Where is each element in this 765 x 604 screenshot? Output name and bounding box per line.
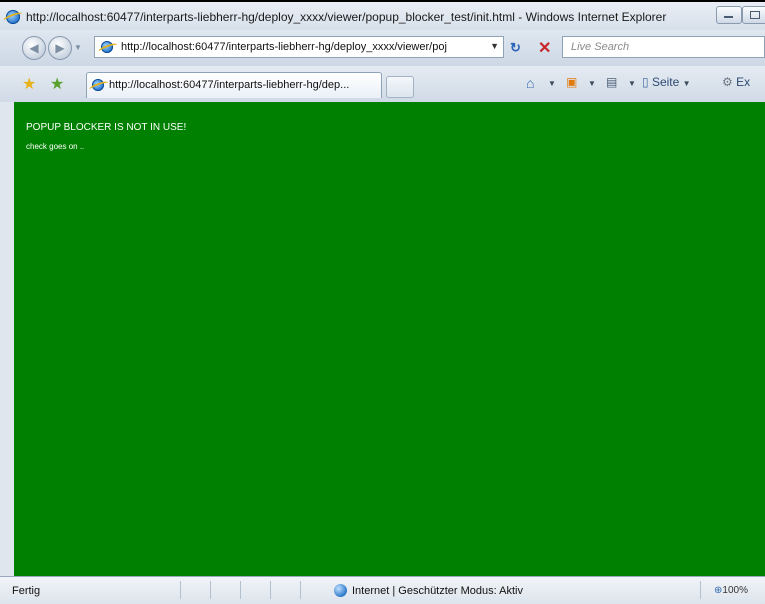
recent-pages-dropdown-icon[interactable]: ▼ bbox=[74, 43, 82, 52]
favorites-star-icon[interactable]: ★ bbox=[22, 74, 36, 94]
forward-icon[interactable]: ▶ bbox=[48, 36, 72, 60]
tools-menu[interactable]: ⚙ Ex bbox=[722, 75, 750, 89]
maximize-button[interactable] bbox=[742, 6, 765, 24]
status-divider bbox=[240, 581, 241, 599]
status-text: Fertig bbox=[12, 585, 41, 597]
browser-window: http://localhost:60477/interparts-liebhe… bbox=[0, 0, 765, 604]
status-divider bbox=[300, 581, 301, 599]
window-left-edge bbox=[0, 102, 14, 576]
status-divider bbox=[210, 581, 211, 599]
address-url[interactable]: http://localhost:60477/interparts-liebhe… bbox=[121, 41, 447, 53]
security-zone[interactable]: Internet | Geschützter Modus: Aktiv bbox=[352, 585, 523, 597]
add-favorites-icon[interactable]: ★ bbox=[50, 74, 64, 94]
page-menu[interactable]: ▯ Seite ▼ bbox=[642, 75, 691, 89]
navigation-bar: ◀ ▶ ▼ http://localhost:60477/interparts-… bbox=[0, 30, 765, 66]
tools-icon: ⚙ bbox=[722, 75, 733, 89]
globe-icon bbox=[334, 584, 347, 597]
tab-bar: ★ ★ http://localhost:60477/interparts-li… bbox=[0, 66, 765, 103]
popup-status-message: POPUP BLOCKER IS NOT IN USE! bbox=[26, 122, 187, 133]
title-bar: http://localhost:60477/interparts-liebhe… bbox=[0, 2, 765, 30]
status-divider bbox=[270, 581, 271, 599]
new-tab-button[interactable] bbox=[386, 76, 414, 98]
status-divider bbox=[700, 581, 701, 599]
tab-label: http://localhost:60477/interparts-liebhe… bbox=[109, 79, 350, 91]
zoom-value: 100% bbox=[722, 585, 748, 596]
address-bar[interactable]: http://localhost:60477/interparts-liebhe… bbox=[94, 36, 504, 58]
page-menu-label: Seite bbox=[651, 75, 680, 89]
feeds-dropdown-icon[interactable]: ▼ bbox=[588, 79, 596, 88]
feeds-icon[interactable]: ▣ bbox=[566, 75, 577, 89]
back-icon[interactable]: ◀ bbox=[22, 36, 46, 60]
page-content: POPUP BLOCKER IS NOT IN USE! check goes … bbox=[14, 102, 765, 576]
page-icon: ▯ bbox=[642, 75, 649, 89]
page-ie-icon bbox=[101, 41, 113, 53]
print-dropdown-icon[interactable]: ▼ bbox=[628, 79, 636, 88]
address-dropdown-icon[interactable]: ▼ bbox=[490, 41, 499, 51]
zoom-level[interactable]: ⊕100% bbox=[714, 585, 748, 596]
home-icon[interactable]: ⌂ bbox=[526, 75, 534, 91]
home-dropdown-icon[interactable]: ▼ bbox=[548, 79, 556, 88]
search-input[interactable]: Live Search bbox=[562, 36, 765, 58]
check-progress-message: check goes on .. bbox=[26, 142, 85, 151]
refresh-icon[interactable]: ↻ bbox=[510, 40, 521, 56]
stop-icon[interactable]: ✕ bbox=[538, 38, 551, 58]
tab-ie-icon bbox=[92, 79, 104, 91]
search-placeholder: Live Search bbox=[571, 41, 630, 53]
tab-current[interactable]: http://localhost:60477/interparts-liebhe… bbox=[86, 72, 382, 98]
status-bar: Fertig Internet | Geschützter Modus: Akt… bbox=[0, 576, 765, 604]
tools-menu-label: Ex bbox=[736, 75, 751, 89]
print-icon[interactable]: ▤ bbox=[606, 75, 617, 89]
window-title: http://localhost:60477/interparts-liebhe… bbox=[26, 10, 667, 24]
minimize-button[interactable] bbox=[716, 6, 742, 24]
page-dropdown-icon: ▼ bbox=[682, 79, 691, 88]
ie-icon bbox=[6, 10, 20, 24]
status-divider bbox=[180, 581, 181, 599]
